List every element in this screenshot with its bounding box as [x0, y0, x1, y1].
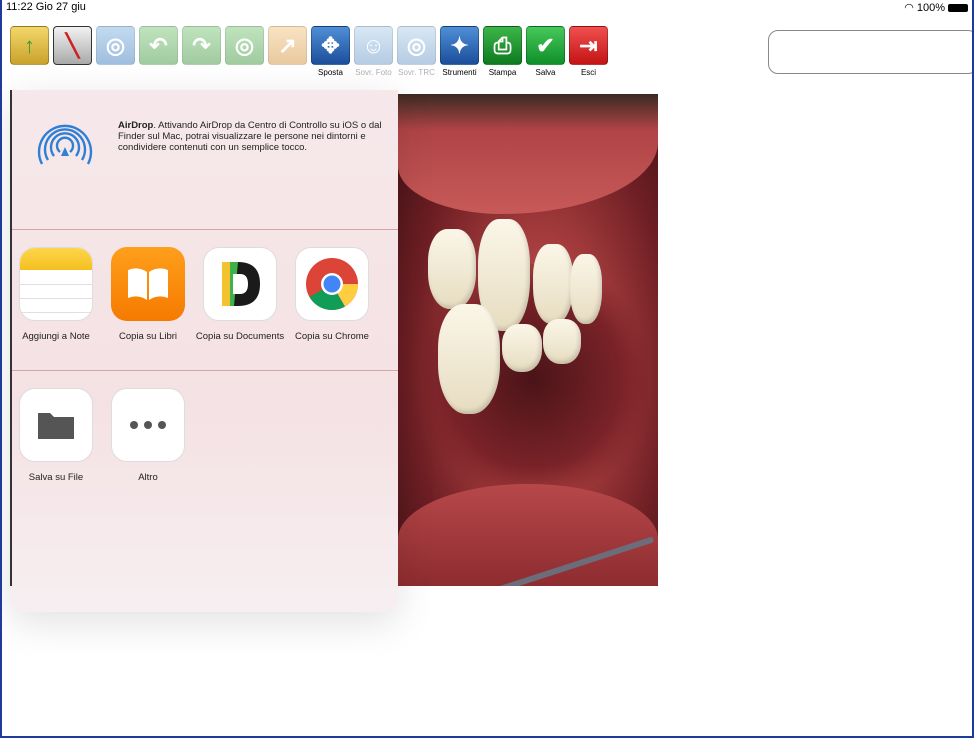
- app-chrome[interactable]: Copia su Chrome: [286, 247, 378, 342]
- status-battery: ◠ 100%: [904, 1, 968, 14]
- apps-row: Aggiungi a Note Copia su Libri Copia su …: [10, 247, 398, 342]
- divider: [10, 229, 398, 230]
- dental-photo: [398, 94, 658, 586]
- ruler-icon: ╲: [53, 26, 92, 65]
- action-save-to-files[interactable]: Salva su File: [10, 388, 102, 483]
- books-icon: [111, 247, 185, 321]
- cursor-target-icon: ↗: [268, 26, 307, 65]
- open-folder-button[interactable]: ↑: [8, 26, 51, 90]
- share-sheet: AirDrop. Attivando AirDrop da Centro di …: [10, 90, 398, 612]
- tooth: [502, 324, 542, 372]
- more-icon: [111, 388, 185, 462]
- status-time: 11:22 Gio 27 giu: [6, 1, 86, 13]
- airdrop-icon: [37, 124, 93, 165]
- app-label: Aggiungi a Note: [22, 331, 90, 342]
- app-books[interactable]: Copia su Libri: [102, 247, 194, 342]
- airdrop-body: . Attivando AirDrop da Centro di Control…: [118, 120, 382, 153]
- magic-wand-icon: ✦: [440, 26, 479, 65]
- salva-button[interactable]: ✔ Salva: [524, 26, 567, 90]
- target-icon: ◎: [96, 26, 135, 65]
- app-documents[interactable]: Copia su Documents: [194, 247, 286, 342]
- action-more[interactable]: Altro: [102, 388, 194, 483]
- tooth: [533, 244, 573, 324]
- lower-lip: [398, 484, 658, 586]
- app-label: Altro: [138, 472, 158, 483]
- battery-percent: 100%: [916, 1, 945, 14]
- divider: [10, 90, 12, 586]
- documents-icon: [203, 247, 277, 321]
- tooth: [570, 254, 602, 324]
- folder-icon: ↑: [10, 26, 49, 65]
- undo-button[interactable]: ↶: [137, 26, 180, 90]
- tooth: [438, 304, 500, 414]
- strumenti-button[interactable]: ✦ Strumenti: [438, 26, 481, 90]
- app-label: Copia su Chrome: [295, 331, 369, 342]
- target-button-2[interactable]: ◎: [223, 26, 266, 90]
- exit-icon: ⇥: [569, 26, 608, 65]
- esci-button[interactable]: ⇥ Esci: [567, 26, 610, 90]
- redo-icon: ↷: [182, 26, 221, 65]
- redo-button[interactable]: ↷: [180, 26, 223, 90]
- sposta-button[interactable]: ✥ Sposta: [309, 26, 352, 90]
- app-label: Copia su Documents: [195, 331, 285, 342]
- status-bar: 11:22 Gio 27 giu ◠ 100%: [0, 0, 974, 14]
- tooth: [543, 319, 581, 364]
- tool-label: Sposta: [318, 68, 343, 77]
- toolbar: ↑ ╲ ◎ ↶ ↷ ◎ ↗ ✥ Sposta ☺ Sovr. Foto ◎ So…: [8, 26, 610, 90]
- ruler-button[interactable]: ╲: [51, 26, 94, 90]
- tool-label: Sovr. Foto: [355, 68, 392, 77]
- chrome-icon: [295, 247, 369, 321]
- tool-label: Esci: [580, 68, 597, 77]
- divider: [10, 370, 398, 371]
- airdrop-title: AirDrop: [118, 120, 154, 131]
- notes-icon: [19, 247, 93, 321]
- airdrop-section[interactable]: AirDrop. Attivando AirDrop da Centro di …: [28, 112, 388, 192]
- undo-icon: ↶: [139, 26, 178, 65]
- printer-icon: ⎙: [483, 26, 522, 65]
- tool-label: Sovr. TRC: [398, 68, 435, 77]
- tool-label: Strumenti: [442, 68, 477, 77]
- actions-row: Salva su File Altro: [10, 388, 398, 483]
- tool-label: Stampa: [488, 68, 517, 77]
- tooth: [428, 229, 476, 309]
- cursor-target-button[interactable]: ↗: [266, 26, 309, 90]
- wifi-icon: ◠: [904, 2, 914, 14]
- target-icon: ◎: [225, 26, 264, 65]
- text-field[interactable]: [768, 30, 974, 74]
- airdrop-description: AirDrop. Attivando AirDrop da Centro di …: [118, 120, 388, 153]
- sovr-foto-button[interactable]: ☺ Sovr. Foto: [352, 26, 395, 90]
- target-button-1[interactable]: ◎: [94, 26, 137, 90]
- check-icon: ✔: [526, 26, 565, 65]
- tool-label: Salva: [535, 68, 556, 77]
- app-label: Copia su Libri: [118, 331, 178, 342]
- battery-icon: [948, 3, 968, 12]
- app-label: Salva su File: [28, 472, 84, 483]
- app-notes[interactable]: Aggiungi a Note: [10, 247, 102, 342]
- person-icon: ☺: [354, 26, 393, 65]
- move-icon: ✥: [311, 26, 350, 65]
- sovr-trc-button[interactable]: ◎ Sovr. TRC: [395, 26, 438, 90]
- stampa-button[interactable]: ⎙ Stampa: [481, 26, 524, 90]
- folder-icon: [19, 388, 93, 462]
- upper-lip: [398, 94, 658, 214]
- target-icon: ◎: [397, 26, 436, 65]
